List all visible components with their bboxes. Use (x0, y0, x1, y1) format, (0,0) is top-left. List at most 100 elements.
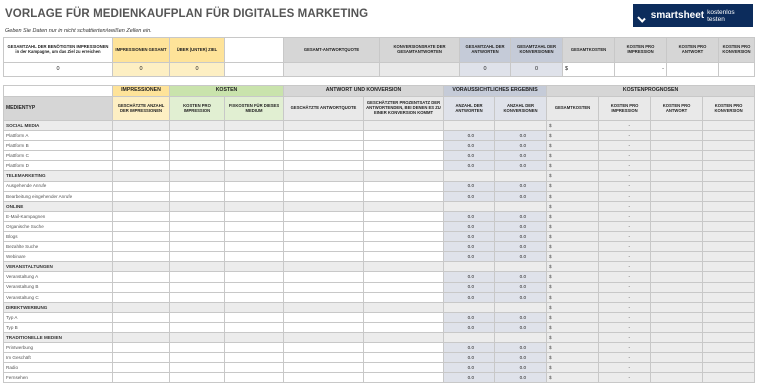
answer-rate-input[interactable] (283, 311, 364, 323)
cost-per-impression-input[interactable] (169, 210, 225, 222)
cost-per-impression-input[interactable] (169, 231, 225, 243)
answer-rate-input[interactable] (283, 271, 364, 283)
fixed-costs-input[interactable] (224, 251, 284, 263)
media-type-cell[interactable]: Veranstaltung A (3, 271, 113, 283)
conversion-pct-input[interactable] (362, 241, 445, 253)
fixed-costs-input[interactable] (224, 362, 284, 374)
est-impressions-input[interactable] (112, 180, 170, 192)
conversion-pct-input[interactable] (362, 130, 445, 142)
conversion-pct-input[interactable] (362, 180, 445, 192)
conversion-pct-input[interactable] (362, 321, 445, 333)
conversion-pct-input[interactable] (362, 281, 445, 293)
cost-per-impression-input[interactable] (169, 281, 225, 293)
answer-rate-input[interactable] (283, 241, 364, 253)
media-type-cell[interactable]: Bezahlte Suche (3, 241, 113, 253)
media-type-cell[interactable]: Typ B (3, 321, 113, 333)
fixed-costs-input[interactable] (224, 150, 284, 162)
fixed-costs-input[interactable] (224, 271, 284, 283)
est-impressions-input[interactable] (112, 160, 170, 172)
fixed-costs-input[interactable] (224, 321, 284, 333)
fixed-costs-input[interactable] (224, 130, 284, 142)
media-type-cell[interactable]: Plattform A (3, 130, 113, 142)
conversion-pct-input[interactable] (362, 231, 445, 243)
media-type-cell[interactable]: Plattform D (3, 160, 113, 172)
conversion-pct-input[interactable] (362, 210, 445, 222)
answer-rate-input[interactable] (283, 180, 364, 192)
answer-rate-input[interactable] (283, 281, 364, 293)
fixed-costs-input[interactable] (224, 352, 284, 364)
conversion-pct-input[interactable] (362, 291, 445, 303)
cost-per-impression-input[interactable] (169, 352, 225, 364)
conversion-pct-input[interactable] (362, 140, 445, 152)
answer-rate-input[interactable] (283, 362, 364, 374)
fixed-costs-input[interactable] (224, 220, 284, 233)
fixed-costs-input[interactable] (224, 311, 284, 323)
fixed-costs-input[interactable] (224, 190, 284, 202)
fixed-costs-input[interactable] (224, 281, 284, 293)
conversion-pct-input[interactable] (362, 160, 445, 172)
answer-rate-input[interactable] (283, 160, 364, 172)
media-type-cell[interactable]: Plattform C (3, 150, 113, 162)
cost-per-impression-input[interactable] (169, 220, 225, 233)
media-type-cell[interactable]: Blogs (3, 231, 113, 243)
est-impressions-input[interactable] (112, 311, 170, 323)
media-type-cell[interactable]: E-Mail-Kampagnen (3, 210, 113, 222)
fixed-costs-input[interactable] (224, 210, 284, 222)
smartsheet-trial-button[interactable]: smartsheet kostenlos testen (633, 4, 753, 27)
cost-per-impression-input[interactable] (169, 311, 225, 323)
cost-per-impression-input[interactable] (169, 362, 225, 374)
est-impressions-input[interactable] (112, 231, 170, 243)
conversion-pct-input[interactable] (362, 352, 445, 364)
answer-rate-input[interactable] (283, 231, 364, 243)
media-type-cell[interactable]: Typ A (3, 311, 113, 323)
est-impressions-input[interactable] (112, 352, 170, 364)
cost-per-impression-input[interactable] (169, 130, 225, 142)
cost-per-impression-input[interactable] (169, 241, 225, 253)
conversion-pct-input[interactable] (362, 220, 445, 233)
est-impressions-input[interactable] (112, 210, 170, 222)
answer-rate-input[interactable] (283, 220, 364, 233)
answer-rate-input[interactable] (283, 342, 364, 354)
est-impressions-input[interactable] (112, 291, 170, 303)
fixed-costs-input[interactable] (224, 180, 284, 192)
fixed-costs-input[interactable] (224, 291, 284, 303)
media-type-cell[interactable]: Veranstaltung C (3, 291, 113, 303)
est-impressions-input[interactable] (112, 362, 170, 374)
est-impressions-input[interactable] (112, 130, 170, 142)
cost-per-impression-input[interactable] (169, 190, 225, 202)
est-impressions-input[interactable] (112, 220, 170, 233)
fixed-costs-input[interactable] (224, 140, 284, 152)
answer-rate-input[interactable] (283, 140, 364, 152)
est-impressions-input[interactable] (112, 190, 170, 202)
cost-per-impression-input[interactable] (169, 291, 225, 303)
conversion-pct-input[interactable] (362, 362, 445, 374)
answer-rate-input[interactable] (283, 190, 364, 202)
cost-per-impression-input[interactable] (169, 160, 225, 172)
est-impressions-input[interactable] (112, 241, 170, 253)
est-impressions-input[interactable] (112, 251, 170, 263)
conversion-pct-input[interactable] (362, 150, 445, 162)
answer-rate-input[interactable] (283, 210, 364, 222)
est-impressions-input[interactable] (112, 150, 170, 162)
cost-per-impression-input[interactable] (169, 251, 225, 263)
conversion-pct-input[interactable] (362, 372, 445, 384)
media-type-cell[interactable]: Fernsehen (3, 372, 113, 384)
est-impressions-input[interactable] (112, 342, 170, 354)
answer-rate-input[interactable] (283, 291, 364, 303)
cost-per-impression-input[interactable] (169, 140, 225, 152)
media-type-cell[interactable]: Webinare (3, 251, 113, 263)
answer-rate-input[interactable] (283, 372, 364, 384)
est-impressions-input[interactable] (112, 140, 170, 152)
cost-per-impression-input[interactable] (169, 150, 225, 162)
conversion-pct-input[interactable] (362, 251, 445, 263)
media-type-cell[interactable]: Im Geschäft (3, 352, 113, 364)
fixed-costs-input[interactable] (224, 231, 284, 243)
media-type-cell[interactable]: Printwerbung (3, 342, 113, 354)
media-type-cell[interactable]: Veranstaltung B (3, 281, 113, 293)
answer-rate-input[interactable] (283, 352, 364, 364)
conversion-pct-input[interactable] (362, 311, 445, 323)
cost-per-impression-input[interactable] (169, 271, 225, 283)
answer-rate-input[interactable] (283, 130, 364, 142)
answer-rate-input[interactable] (283, 251, 364, 263)
media-type-cell[interactable]: Plattform B (3, 140, 113, 152)
